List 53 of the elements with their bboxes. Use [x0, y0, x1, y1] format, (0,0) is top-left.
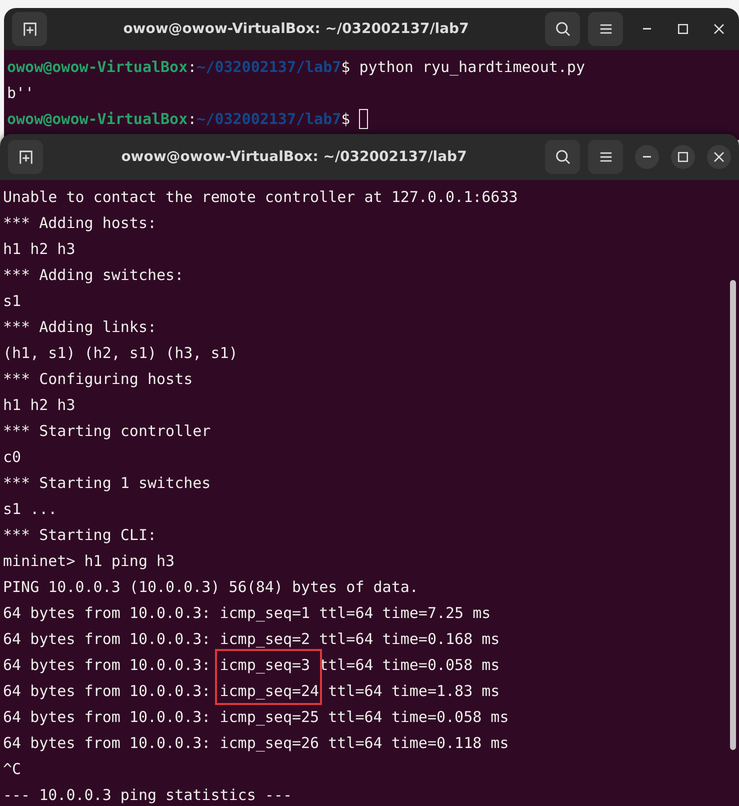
- close-icon: [714, 24, 724, 34]
- output-line: *** Starting 1 switches: [3, 473, 211, 494]
- output-line: c0: [3, 447, 22, 468]
- output-line: --- 10.0.0.3 ping statistics ---: [3, 785, 292, 806]
- new-tab-icon: [20, 20, 38, 38]
- output-line: 64 bytes from 10.0.0.3:: [3, 681, 212, 702]
- scrollbar[interactable]: [730, 280, 736, 750]
- maximize-icon: [678, 24, 688, 34]
- search-button[interactable]: [545, 12, 580, 46]
- minimize-icon: [643, 28, 651, 30]
- output-line: 64 bytes from 10.0.0.3: icmp_seq=2 ttl=64 time=0.168 ms: [3, 629, 500, 650]
- output-line: h1 h2 h3: [3, 239, 76, 260]
- output-line: *** Adding links:: [3, 317, 157, 338]
- output-line: *** Configuring hosts: [3, 369, 193, 390]
- output-line: (h1, s1) (h2, s1) (h3, s1): [3, 343, 238, 364]
- output-line: 64 bytes from 10.0.0.3: icmp_seq=26 ttl=64 time=0.118 ms: [3, 733, 509, 754]
- window-title: owow@owow-VirtualBox: ~/032002137/lab7: [122, 21, 470, 37]
- minimize-button[interactable]: [635, 145, 659, 169]
- maximize-icon: [678, 152, 688, 162]
- highlighted-text: icmp_seq=24: [220, 681, 320, 702]
- new-tab-icon: [16, 148, 34, 166]
- search-icon: [554, 20, 572, 38]
- output-line: s1: [3, 291, 22, 312]
- close-button[interactable]: [707, 145, 731, 169]
- window-title: owow@owow-VirtualBox: ~/032002137/lab7: [120, 149, 468, 165]
- prompt-line: owow@owow-VirtualBox:~/032002137/lab7$ python ryu_hardtimeout.py: [7, 57, 585, 78]
- output-line: ttl=64 time=1.83 ms: [327, 681, 500, 702]
- new-tab-button[interactable]: [12, 12, 47, 46]
- output-line: Unable to contact the remote controller at 127.0.0.1:6633: [3, 187, 518, 208]
- maximize-button[interactable]: [671, 145, 695, 169]
- minimize-icon: [643, 156, 651, 158]
- output-line: 64 bytes from 10.0.0.3: icmp_seq=25 ttl=64 time=0.058 ms: [3, 707, 509, 728]
- output-line: PING 10.0.0.3 (10.0.0.3) 56(84) bytes of data.: [3, 577, 418, 598]
- output-line: 64 bytes from 10.0.0.3:: [3, 655, 212, 676]
- output-line: *** Starting CLI:: [3, 525, 157, 546]
- output-line: ttl=64 time=0.058 ms: [318, 655, 500, 676]
- output-line: 64 bytes from 10.0.0.3: icmp_seq=1 ttl=64 time=7.25 ms: [3, 603, 491, 624]
- output-line: *** Starting controller: [3, 421, 211, 442]
- output-line: *** Adding hosts:: [3, 213, 157, 234]
- highlighted-text: icmp_seq=3: [220, 655, 310, 676]
- output-line: h1 h2 h3: [3, 395, 76, 416]
- output-line: mininet> h1 ping h3: [3, 551, 175, 572]
- menu-button[interactable]: [588, 12, 623, 46]
- close-icon: [714, 152, 724, 162]
- new-tab-button[interactable]: [8, 140, 43, 174]
- output-line: ^C: [3, 759, 22, 780]
- search-icon: [554, 148, 572, 166]
- output-line: b'': [7, 83, 34, 104]
- output-line: s1 ...: [3, 499, 58, 520]
- prompt-line: owow@owow-VirtualBox:~/032002137/lab7$: [7, 109, 350, 130]
- search-button[interactable]: [545, 140, 580, 174]
- menu-button[interactable]: [588, 140, 623, 174]
- output-line: *** Adding switches:: [3, 265, 184, 286]
